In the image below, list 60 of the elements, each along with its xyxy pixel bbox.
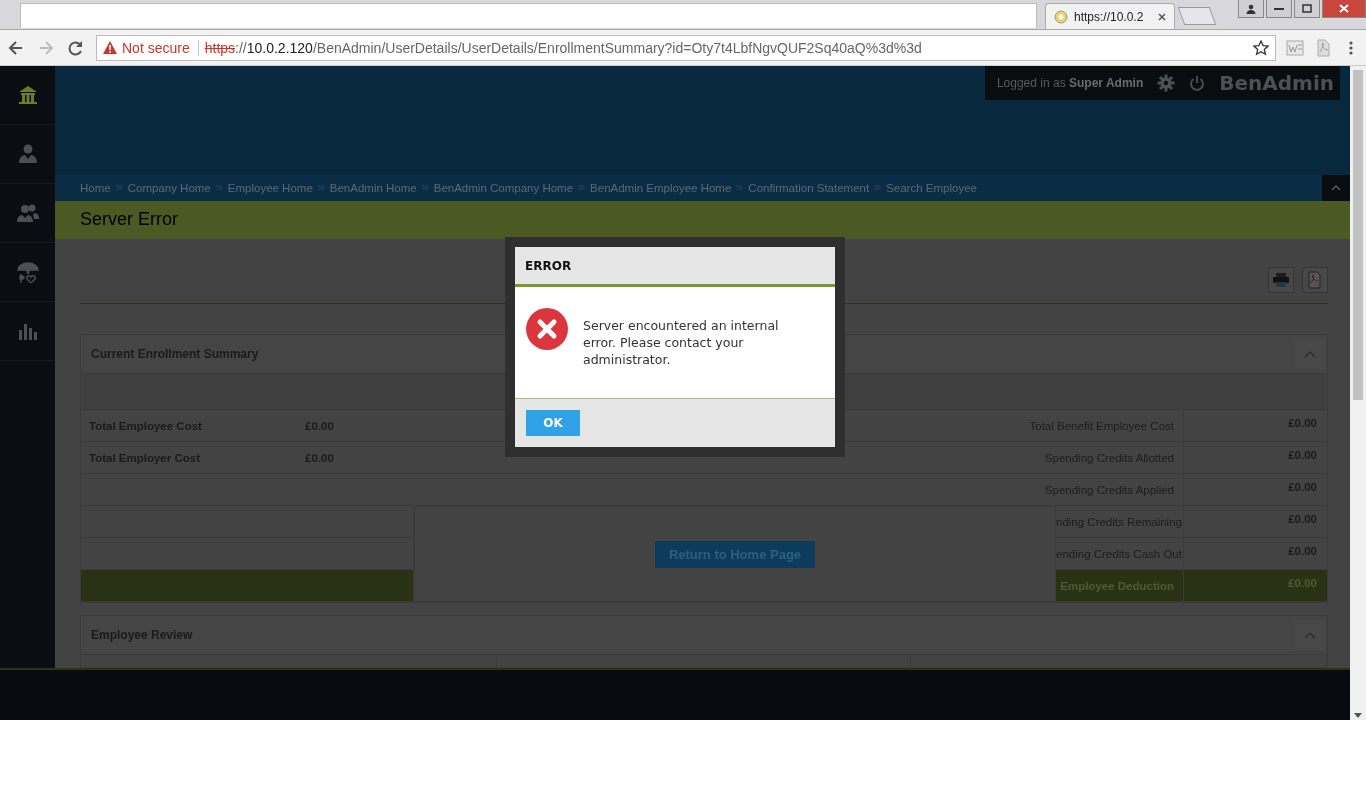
breadcrumb-link[interactable]: BenAdmin Company Home bbox=[433, 181, 574, 194]
maximize-icon bbox=[1302, 4, 1312, 13]
url-scheme: https bbox=[204, 39, 236, 56]
close-button[interactable] bbox=[1322, 0, 1366, 18]
dialog-title: ERROR bbox=[525, 258, 572, 273]
warning-icon bbox=[103, 41, 117, 54]
breadcrumb-link[interactable]: BenAdmin Employee Home bbox=[590, 181, 732, 194]
error-icon bbox=[525, 307, 569, 351]
favicon-icon bbox=[1054, 9, 1068, 24]
login-status: Logged in as Super Admin bbox=[996, 76, 1144, 90]
breadcrumb-link[interactable]: BenAdmin Home bbox=[329, 181, 417, 194]
scrollbar[interactable] bbox=[1350, 66, 1366, 720]
chevron-up-icon bbox=[1304, 350, 1316, 358]
url-host: 10.0.2.120 bbox=[246, 39, 313, 56]
security-label[interactable]: Not secure bbox=[122, 39, 190, 56]
collapse-button[interactable] bbox=[1322, 174, 1350, 201]
double-chevron-icon bbox=[215, 184, 223, 192]
page-title: Server Error bbox=[80, 209, 178, 231]
breadcrumb-link[interactable]: Confirmation Statement bbox=[748, 181, 870, 194]
double-chevron-icon bbox=[874, 184, 882, 192]
new-tab-button[interactable] bbox=[1177, 7, 1217, 25]
people-icon bbox=[16, 202, 39, 224]
scroll-down-icon[interactable] bbox=[1354, 713, 1362, 718]
star-icon[interactable] bbox=[1253, 39, 1269, 56]
double-chevron-icon bbox=[736, 184, 744, 192]
document-icon[interactable] bbox=[1314, 38, 1332, 57]
power-icon[interactable] bbox=[1189, 75, 1206, 91]
double-chevron-icon bbox=[578, 184, 586, 192]
minimize-button[interactable] bbox=[1266, 0, 1292, 18]
profile-button[interactable] bbox=[1238, 0, 1264, 18]
pdf-export-icon bbox=[1306, 271, 1324, 289]
url-path: /BenAdmin/UserDetails/UserDetails/EnrollmentSummary?id=Oty7t4LbfNgvQUF2Sq40aQ%3d%3d bbox=[312, 39, 922, 56]
person-icon bbox=[1246, 3, 1256, 14]
extension-icon[interactable] bbox=[1286, 38, 1304, 57]
maximize-button[interactable] bbox=[1294, 0, 1320, 18]
export-pdf-button[interactable] bbox=[1302, 267, 1328, 293]
ok-button[interactable]: OK bbox=[526, 410, 580, 436]
breadcrumb-link[interactable]: Employee Home bbox=[227, 181, 313, 194]
close-icon[interactable] bbox=[1158, 12, 1166, 21]
umbrella-icon bbox=[16, 261, 39, 283]
address-bar[interactable]: Not secure https://10.0.2.120/BenAdmin/UserDetails/UserDetails/EnrollmentSummary?id=Oty7t4LbfNgvQUF2Sq40aQ%3d%3d bbox=[96, 34, 1276, 61]
double-chevron-icon bbox=[317, 184, 325, 192]
error-message: Server encountered an internal error. Please contact your administrator. bbox=[583, 317, 780, 369]
settings-icon[interactable] bbox=[1157, 74, 1176, 92]
double-chevron-icon bbox=[421, 184, 429, 192]
breadcrumb-link[interactable]: Search Employee bbox=[886, 181, 977, 194]
chevron-up-icon bbox=[1304, 631, 1316, 639]
double-chevron-icon bbox=[115, 184, 123, 192]
print-button[interactable] bbox=[1268, 267, 1294, 293]
breadcrumb-link[interactable]: Company Home bbox=[127, 181, 211, 194]
brand-name: BenAdmin bbox=[1219, 71, 1334, 95]
browser-tab[interactable]: https://10.0.2 bbox=[1045, 3, 1175, 29]
url-separator: :// bbox=[235, 39, 247, 56]
printer-icon bbox=[1272, 272, 1290, 288]
close-icon bbox=[1339, 4, 1349, 13]
chevron-up-icon bbox=[1331, 184, 1341, 191]
person-icon bbox=[16, 143, 39, 165]
breadcrumb-link[interactable]: Home bbox=[80, 181, 111, 194]
browser-tab[interactable] bbox=[20, 3, 1037, 28]
bank-icon bbox=[16, 84, 39, 106]
